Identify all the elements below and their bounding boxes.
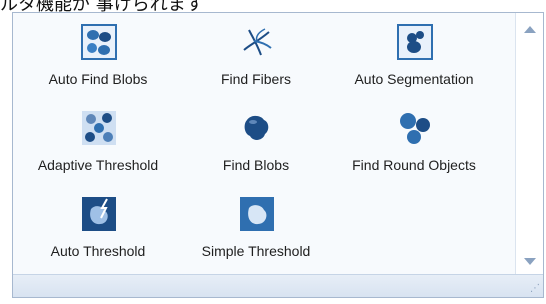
scroll-up-icon[interactable]: [524, 26, 536, 33]
item-label: Find Blobs: [222, 157, 290, 173]
scroll-down-icon[interactable]: [524, 258, 536, 265]
find-blobs-icon: [244, 115, 269, 140]
item-label: Find Round Objects: [352, 157, 476, 173]
item-label: Simple Threshold: [201, 243, 311, 259]
adaptive-threshold-button[interactable]: Adaptive Threshold: [23, 110, 173, 180]
auto-find-blobs-icon: [81, 24, 117, 60]
adaptive-threshold-icon: [82, 111, 116, 145]
find-round-objects-button[interactable]: Find Round Objects: [339, 110, 489, 180]
item-label: Auto Segmentation: [354, 71, 474, 87]
item-label: Adaptive Threshold: [37, 157, 159, 173]
item-label: Auto Find Blobs: [48, 71, 148, 87]
auto-segmentation-button[interactable]: Auto Segmentation: [339, 24, 489, 94]
gallery-status-strip: ⋰: [13, 274, 543, 297]
find-fibers-icon: [243, 28, 272, 56]
caption-text: ルタ機能が 事けられます: [0, 0, 204, 12]
gallery-scrollbar[interactable]: [515, 13, 543, 275]
auto-find-blobs-button[interactable]: Auto Find Blobs: [23, 24, 173, 94]
function-gallery: Auto Find Blobs Find Fibers Auto Segment…: [12, 12, 544, 298]
item-label: Find Fibers: [220, 71, 292, 87]
find-fibers-button[interactable]: Find Fibers: [181, 24, 331, 94]
simple-threshold-button[interactable]: Simple Threshold: [181, 196, 331, 266]
resize-grip-icon[interactable]: ⋰: [530, 284, 540, 294]
auto-segmentation-icon: [397, 24, 433, 60]
auto-threshold-button[interactable]: Auto Threshold: [23, 196, 173, 266]
find-round-objects-icon: [400, 113, 430, 144]
auto-threshold-icon: [82, 197, 116, 231]
item-label: Auto Threshold: [50, 243, 146, 259]
find-blobs-button[interactable]: Find Blobs: [181, 110, 331, 180]
simple-threshold-icon: [240, 197, 274, 231]
